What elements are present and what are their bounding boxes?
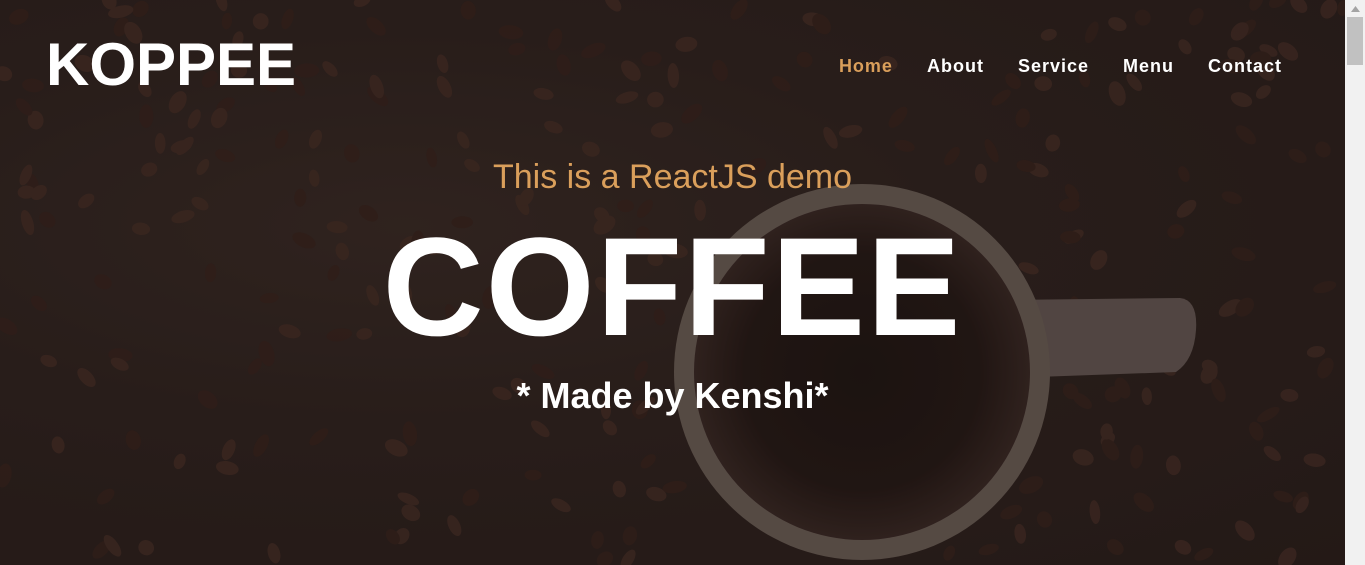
navbar: KOPPEE Home About Service Menu Contact [0,0,1345,130]
hero-section: KOPPEE Home About Service Menu Contact T… [0,0,1345,565]
nav-item-home[interactable]: Home [822,54,910,78]
nav-item-menu[interactable]: Menu [1106,54,1191,78]
nav-item-service[interactable]: Service [1001,54,1106,78]
nav-item-about[interactable]: About [910,54,1001,78]
hero-headline: COFFEE [382,208,963,365]
nav-item-contact[interactable]: Contact [1191,54,1297,78]
brand-logo[interactable]: KOPPEE [46,30,296,100]
vertical-scrollbar[interactable] [1345,0,1365,565]
browser-viewport: KOPPEE Home About Service Menu Contact T… [0,0,1365,565]
scroll-up-arrow-icon[interactable] [1345,0,1365,17]
scrollbar-thumb[interactable] [1347,17,1363,65]
hero-byline: * Made by Kenshi* [516,375,829,416]
hero-tagline: This is a ReactJS demo [492,158,853,196]
main-nav: Home About Service Menu Contact [822,54,1297,78]
